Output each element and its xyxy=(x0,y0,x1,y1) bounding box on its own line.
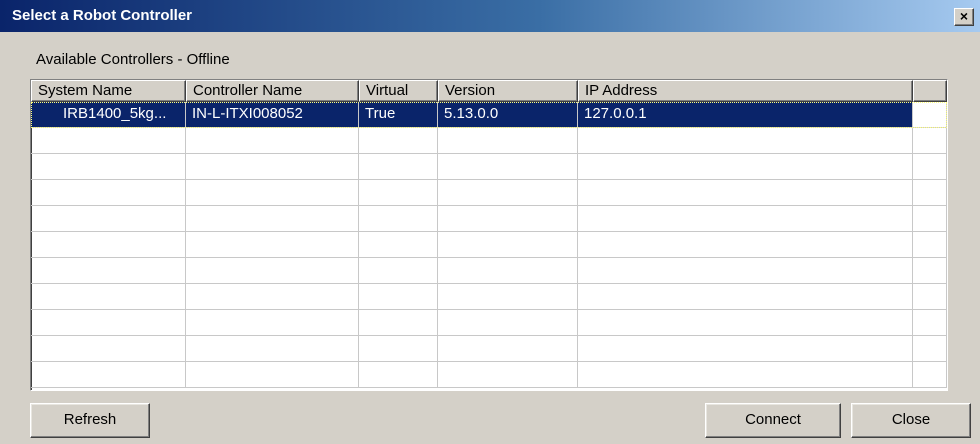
empty-cell xyxy=(578,284,913,309)
empty-cell xyxy=(31,310,186,335)
empty-table-row xyxy=(31,128,947,154)
empty-cell xyxy=(578,154,913,179)
column-header-version[interactable]: Version xyxy=(438,80,578,102)
empty-cell xyxy=(31,232,186,257)
empty-cell xyxy=(31,206,186,231)
empty-table-row xyxy=(31,154,947,180)
empty-table-row xyxy=(31,180,947,206)
empty-cell xyxy=(186,362,359,387)
empty-cell xyxy=(438,336,578,361)
empty-cell xyxy=(359,258,438,283)
empty-cell xyxy=(31,258,186,283)
cell-system-name: IRB1400_5kg... xyxy=(31,102,186,127)
empty-cell xyxy=(438,154,578,179)
connect-button[interactable]: Connect xyxy=(705,403,841,438)
empty-cell xyxy=(359,284,438,309)
cell-virtual: True xyxy=(359,102,438,127)
column-header-ip-address[interactable]: IP Address xyxy=(578,80,913,102)
empty-table-row xyxy=(31,206,947,232)
empty-cell xyxy=(438,128,578,153)
empty-cell xyxy=(438,206,578,231)
cell-ip-address: 127.0.0.1 xyxy=(578,102,913,127)
empty-cell xyxy=(359,310,438,335)
available-controllers-label: Available Controllers - Offline xyxy=(36,51,230,68)
empty-cell xyxy=(186,336,359,361)
cell-blank xyxy=(913,102,947,127)
empty-cell xyxy=(578,206,913,231)
empty-cell xyxy=(913,154,947,179)
empty-cell xyxy=(913,310,947,335)
empty-cell xyxy=(913,258,947,283)
empty-cell xyxy=(578,180,913,205)
column-header-controller-name[interactable]: Controller Name xyxy=(186,80,359,102)
empty-cell xyxy=(186,128,359,153)
empty-cell xyxy=(359,206,438,231)
empty-cell xyxy=(31,362,186,387)
empty-cell xyxy=(578,258,913,283)
empty-cell xyxy=(578,128,913,153)
cell-version: 5.13.0.0 xyxy=(438,102,578,127)
empty-cell xyxy=(31,284,186,309)
empty-table-row xyxy=(31,232,947,258)
title-bar: Select a Robot Controller × xyxy=(0,0,980,32)
empty-cell xyxy=(31,128,186,153)
empty-cell xyxy=(578,310,913,335)
empty-cell xyxy=(913,284,947,309)
empty-rows xyxy=(31,128,947,388)
empty-cell xyxy=(913,232,947,257)
cell-controller-name: IN-L-ITXI008052 xyxy=(186,102,359,127)
empty-table-row xyxy=(31,258,947,284)
empty-cell xyxy=(31,154,186,179)
empty-cell xyxy=(359,128,438,153)
refresh-button[interactable]: Refresh xyxy=(30,403,150,438)
empty-cell xyxy=(359,362,438,387)
window-title: Select a Robot Controller xyxy=(12,7,193,24)
list-header: System Name Controller Name Virtual Vers… xyxy=(31,80,947,102)
controllers-list[interactable]: System Name Controller Name Virtual Vers… xyxy=(30,79,948,391)
empty-cell xyxy=(186,180,359,205)
empty-table-row xyxy=(31,310,947,336)
empty-table-row xyxy=(31,336,947,362)
empty-cell xyxy=(438,284,578,309)
empty-cell xyxy=(186,310,359,335)
empty-cell xyxy=(31,336,186,361)
empty-cell xyxy=(578,362,913,387)
empty-cell xyxy=(186,206,359,231)
empty-cell xyxy=(31,180,186,205)
empty-cell xyxy=(438,180,578,205)
empty-cell xyxy=(913,128,947,153)
column-header-blank xyxy=(913,80,947,102)
empty-cell xyxy=(186,258,359,283)
empty-cell xyxy=(438,258,578,283)
empty-cell xyxy=(438,310,578,335)
empty-cell xyxy=(359,232,438,257)
table-row[interactable]: IRB1400_5kg... IN-L-ITXI008052 True 5.13… xyxy=(31,102,947,128)
empty-cell xyxy=(359,336,438,361)
empty-cell xyxy=(913,180,947,205)
empty-table-row xyxy=(31,284,947,310)
empty-cell xyxy=(359,180,438,205)
empty-cell xyxy=(438,362,578,387)
close-icon[interactable]: × xyxy=(954,8,974,26)
empty-cell xyxy=(913,362,947,387)
empty-cell xyxy=(438,232,578,257)
empty-cell xyxy=(186,284,359,309)
empty-cell xyxy=(913,206,947,231)
empty-cell xyxy=(913,336,947,361)
empty-cell xyxy=(578,232,913,257)
empty-cell xyxy=(578,336,913,361)
empty-cell xyxy=(186,154,359,179)
empty-cell xyxy=(359,154,438,179)
empty-cell xyxy=(186,232,359,257)
column-header-virtual[interactable]: Virtual xyxy=(359,80,438,102)
column-header-system-name[interactable]: System Name xyxy=(31,80,186,102)
close-button[interactable]: Close xyxy=(851,403,971,438)
empty-table-row xyxy=(31,362,947,388)
